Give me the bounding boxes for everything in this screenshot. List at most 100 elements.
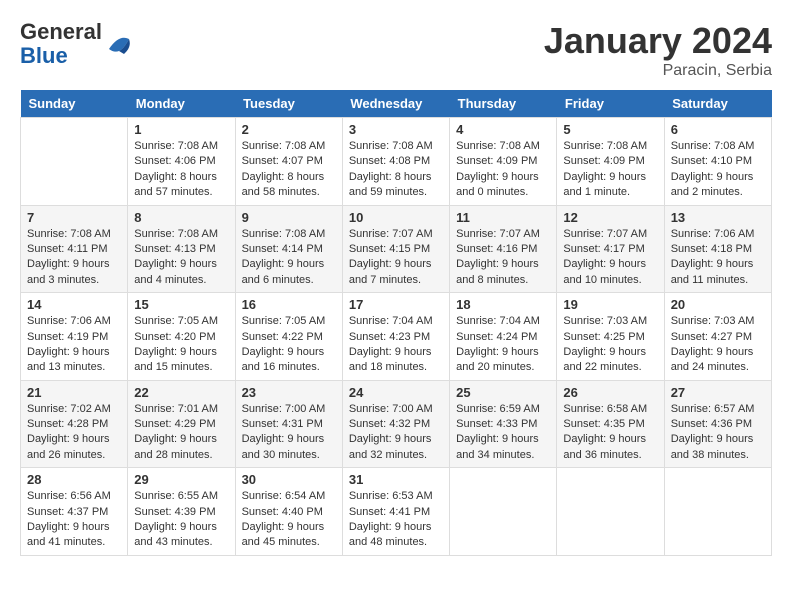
day-number: 18	[456, 297, 550, 312]
day-info: Sunrise: 7:08 AMSunset: 4:13 PMDaylight:…	[134, 227, 228, 289]
day-info: Sunrise: 7:02 AMSunset: 4:28 PMDaylight:…	[27, 402, 121, 464]
table-row: 19 Sunrise: 7:03 AMSunset: 4:25 PMDaylig…	[557, 293, 664, 381]
col-monday: Monday	[128, 90, 235, 118]
table-row	[664, 468, 771, 556]
day-number: 13	[671, 210, 765, 225]
day-info: Sunrise: 6:59 AMSunset: 4:33 PMDaylight:…	[456, 402, 550, 464]
day-info: Sunrise: 7:03 AMSunset: 4:25 PMDaylight:…	[563, 314, 657, 376]
day-info: Sunrise: 7:06 AMSunset: 4:18 PMDaylight:…	[671, 227, 765, 289]
table-row: 16 Sunrise: 7:05 AMSunset: 4:22 PMDaylig…	[235, 293, 342, 381]
calendar-week-row: 7 Sunrise: 7:08 AMSunset: 4:11 PMDayligh…	[21, 205, 772, 293]
day-info: Sunrise: 7:00 AMSunset: 4:32 PMDaylight:…	[349, 402, 443, 464]
table-row: 28 Sunrise: 6:56 AMSunset: 4:37 PMDaylig…	[21, 468, 128, 556]
day-info: Sunrise: 7:05 AMSunset: 4:20 PMDaylight:…	[134, 314, 228, 376]
day-info: Sunrise: 7:08 AMSunset: 4:11 PMDaylight:…	[27, 227, 121, 289]
table-row: 11 Sunrise: 7:07 AMSunset: 4:16 PMDaylig…	[450, 205, 557, 293]
calendar-week-row: 21 Sunrise: 7:02 AMSunset: 4:28 PMDaylig…	[21, 380, 772, 468]
day-info: Sunrise: 7:01 AMSunset: 4:29 PMDaylight:…	[134, 402, 228, 464]
day-info: Sunrise: 7:08 AMSunset: 4:10 PMDaylight:…	[671, 139, 765, 201]
day-number: 22	[134, 385, 228, 400]
calendar-table: Sunday Monday Tuesday Wednesday Thursday…	[20, 90, 772, 556]
day-number: 1	[134, 122, 228, 137]
day-info: Sunrise: 6:54 AMSunset: 4:40 PMDaylight:…	[242, 489, 336, 551]
day-info: Sunrise: 7:07 AMSunset: 4:16 PMDaylight:…	[456, 227, 550, 289]
table-row: 15 Sunrise: 7:05 AMSunset: 4:20 PMDaylig…	[128, 293, 235, 381]
day-info: Sunrise: 6:58 AMSunset: 4:35 PMDaylight:…	[563, 402, 657, 464]
day-number: 14	[27, 297, 121, 312]
calendar-week-row: 14 Sunrise: 7:06 AMSunset: 4:19 PMDaylig…	[21, 293, 772, 381]
day-number: 24	[349, 385, 443, 400]
day-number: 12	[563, 210, 657, 225]
logo-icon	[104, 29, 134, 59]
day-info: Sunrise: 6:55 AMSunset: 4:39 PMDaylight:…	[134, 489, 228, 551]
table-row: 17 Sunrise: 7:04 AMSunset: 4:23 PMDaylig…	[342, 293, 449, 381]
month-year-title: January 2024	[544, 20, 772, 62]
calendar-week-row: 1 Sunrise: 7:08 AMSunset: 4:06 PMDayligh…	[21, 118, 772, 206]
day-info: Sunrise: 7:08 AMSunset: 4:07 PMDaylight:…	[242, 139, 336, 201]
day-info: Sunrise: 7:08 AMSunset: 4:14 PMDaylight:…	[242, 227, 336, 289]
day-info: Sunrise: 7:08 AMSunset: 4:08 PMDaylight:…	[349, 139, 443, 201]
day-number: 11	[456, 210, 550, 225]
col-sunday: Sunday	[21, 90, 128, 118]
day-number: 30	[242, 472, 336, 487]
day-number: 7	[27, 210, 121, 225]
day-info: Sunrise: 6:53 AMSunset: 4:41 PMDaylight:…	[349, 489, 443, 551]
table-row: 22 Sunrise: 7:01 AMSunset: 4:29 PMDaylig…	[128, 380, 235, 468]
table-row: 3 Sunrise: 7:08 AMSunset: 4:08 PMDayligh…	[342, 118, 449, 206]
table-row: 23 Sunrise: 7:00 AMSunset: 4:31 PMDaylig…	[235, 380, 342, 468]
logo: General Blue	[20, 20, 134, 68]
table-row	[21, 118, 128, 206]
table-row: 9 Sunrise: 7:08 AMSunset: 4:14 PMDayligh…	[235, 205, 342, 293]
table-row: 27 Sunrise: 6:57 AMSunset: 4:36 PMDaylig…	[664, 380, 771, 468]
day-number: 3	[349, 122, 443, 137]
table-row: 14 Sunrise: 7:06 AMSunset: 4:19 PMDaylig…	[21, 293, 128, 381]
table-row: 8 Sunrise: 7:08 AMSunset: 4:13 PMDayligh…	[128, 205, 235, 293]
table-row: 2 Sunrise: 7:08 AMSunset: 4:07 PMDayligh…	[235, 118, 342, 206]
day-number: 5	[563, 122, 657, 137]
day-info: Sunrise: 7:08 AMSunset: 4:09 PMDaylight:…	[456, 139, 550, 201]
day-info: Sunrise: 7:08 AMSunset: 4:09 PMDaylight:…	[563, 139, 657, 201]
day-number: 20	[671, 297, 765, 312]
day-info: Sunrise: 7:00 AMSunset: 4:31 PMDaylight:…	[242, 402, 336, 464]
table-row: 12 Sunrise: 7:07 AMSunset: 4:17 PMDaylig…	[557, 205, 664, 293]
day-info: Sunrise: 7:05 AMSunset: 4:22 PMDaylight:…	[242, 314, 336, 376]
day-number: 29	[134, 472, 228, 487]
table-row: 7 Sunrise: 7:08 AMSunset: 4:11 PMDayligh…	[21, 205, 128, 293]
table-row: 26 Sunrise: 6:58 AMSunset: 4:35 PMDaylig…	[557, 380, 664, 468]
day-number: 17	[349, 297, 443, 312]
col-tuesday: Tuesday	[235, 90, 342, 118]
location-subtitle: Paracin, Serbia	[544, 62, 772, 80]
day-number: 9	[242, 210, 336, 225]
day-number: 6	[671, 122, 765, 137]
day-number: 23	[242, 385, 336, 400]
table-row: 21 Sunrise: 7:02 AMSunset: 4:28 PMDaylig…	[21, 380, 128, 468]
table-row: 1 Sunrise: 7:08 AMSunset: 4:06 PMDayligh…	[128, 118, 235, 206]
day-info: Sunrise: 7:08 AMSunset: 4:06 PMDaylight:…	[134, 139, 228, 201]
col-wednesday: Wednesday	[342, 90, 449, 118]
title-block: January 2024 Paracin, Serbia	[544, 20, 772, 80]
day-number: 4	[456, 122, 550, 137]
day-number: 10	[349, 210, 443, 225]
page-header: General Blue January 2024 Paracin, Serbi…	[20, 20, 772, 80]
logo-blue: Blue	[20, 43, 68, 68]
day-number: 26	[563, 385, 657, 400]
day-info: Sunrise: 7:04 AMSunset: 4:24 PMDaylight:…	[456, 314, 550, 376]
table-row: 25 Sunrise: 6:59 AMSunset: 4:33 PMDaylig…	[450, 380, 557, 468]
table-row: 4 Sunrise: 7:08 AMSunset: 4:09 PMDayligh…	[450, 118, 557, 206]
table-row: 13 Sunrise: 7:06 AMSunset: 4:18 PMDaylig…	[664, 205, 771, 293]
table-row: 6 Sunrise: 7:08 AMSunset: 4:10 PMDayligh…	[664, 118, 771, 206]
table-row: 24 Sunrise: 7:00 AMSunset: 4:32 PMDaylig…	[342, 380, 449, 468]
day-info: Sunrise: 7:07 AMSunset: 4:15 PMDaylight:…	[349, 227, 443, 289]
table-row: 29 Sunrise: 6:55 AMSunset: 4:39 PMDaylig…	[128, 468, 235, 556]
table-row: 18 Sunrise: 7:04 AMSunset: 4:24 PMDaylig…	[450, 293, 557, 381]
day-info: Sunrise: 7:06 AMSunset: 4:19 PMDaylight:…	[27, 314, 121, 376]
table-row: 10 Sunrise: 7:07 AMSunset: 4:15 PMDaylig…	[342, 205, 449, 293]
day-number: 19	[563, 297, 657, 312]
table-row: 5 Sunrise: 7:08 AMSunset: 4:09 PMDayligh…	[557, 118, 664, 206]
day-info: Sunrise: 7:03 AMSunset: 4:27 PMDaylight:…	[671, 314, 765, 376]
calendar-week-row: 28 Sunrise: 6:56 AMSunset: 4:37 PMDaylig…	[21, 468, 772, 556]
table-row	[557, 468, 664, 556]
day-number: 31	[349, 472, 443, 487]
day-number: 16	[242, 297, 336, 312]
table-row: 31 Sunrise: 6:53 AMSunset: 4:41 PMDaylig…	[342, 468, 449, 556]
